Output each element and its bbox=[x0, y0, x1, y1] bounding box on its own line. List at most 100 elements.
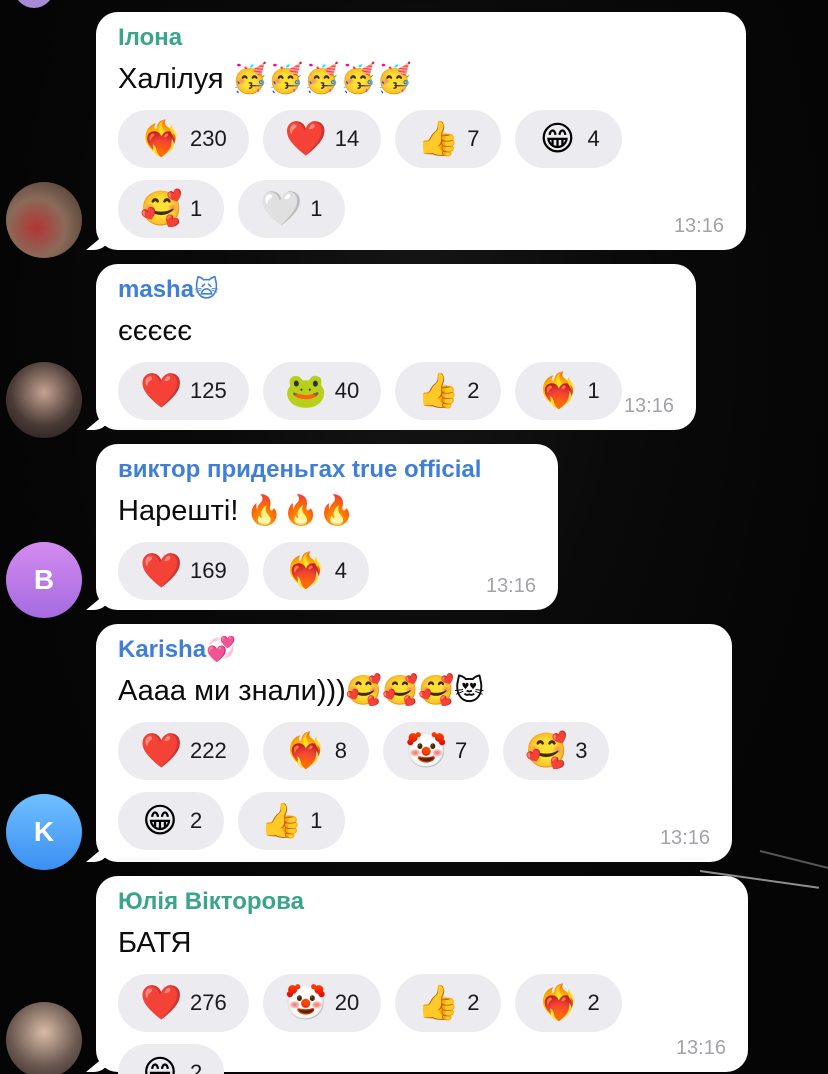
reaction-count: 2 bbox=[467, 990, 480, 1015]
red-heart-icon: ❤️ bbox=[140, 984, 183, 1022]
message-bubble[interactable]: masha🙀 єєєєє ❤️ 125 🐸 40 👍 2 ❤️‍🔥 1 13:16 bbox=[86, 264, 696, 430]
reaction-chip[interactable]: 👍 7 bbox=[395, 110, 502, 168]
reaction-chip[interactable]: 👍 1 bbox=[238, 792, 345, 850]
grinning-face-icon: 😁 bbox=[539, 120, 576, 158]
avatar[interactable] bbox=[6, 1002, 82, 1074]
reaction-count: 2 bbox=[190, 808, 203, 833]
background-light-streak bbox=[759, 850, 828, 869]
avatar-letter: K bbox=[33, 816, 55, 847]
reaction-count: 3 bbox=[575, 738, 588, 763]
reaction-count: 7 bbox=[454, 738, 468, 763]
reaction-chip[interactable]: 🤡 20 bbox=[262, 974, 382, 1032]
message-bubble[interactable]: виктор приденьгах true official Нарешті!… bbox=[86, 444, 558, 610]
smiling-face-with-hearts-icon: 🥰 bbox=[525, 732, 568, 770]
reaction-count: 1 bbox=[310, 808, 323, 833]
avatar[interactable]: K bbox=[6, 794, 82, 870]
bubble-tail bbox=[86, 842, 110, 862]
reaction-count: 125 bbox=[190, 378, 227, 403]
reaction-chip[interactable]: ❤️ 169 bbox=[118, 542, 249, 600]
smiling-face-with-hearts-icon: 🥰 bbox=[140, 190, 183, 228]
reaction-count: 169 bbox=[190, 558, 227, 583]
message-text: єєєєє bbox=[118, 315, 192, 347]
message-text: Халілуя 🥳🥳🥳🥳🥳 bbox=[118, 63, 413, 95]
message-bubble[interactable]: Ілона Халілуя 🥳🥳🥳🥳🥳 ❤️‍🔥 230 ❤️ 14 👍 7 😁 4 🥰… bbox=[86, 12, 746, 250]
message-time: 13:16 bbox=[675, 1037, 726, 1059]
avatar[interactable] bbox=[14, 0, 54, 8]
reactions-row: ❤️ 222 ❤️‍🔥 8 🤡 7 🥰 3 😁 2 👍 1 bbox=[118, 722, 718, 850]
heart-on-fire-icon: ❤️‍🔥 bbox=[284, 732, 328, 770]
message-bubble[interactable]: Юлія Вікторова БАТЯ ❤️ 276 🤡 20 👍 2 ❤️‍🔥 2 😁… bbox=[86, 876, 748, 1074]
message-text: Нарешті! 🔥🔥🔥 bbox=[118, 495, 355, 527]
reaction-count: 276 bbox=[190, 990, 227, 1015]
sender-name[interactable]: masha🙀 bbox=[118, 276, 674, 304]
clown-face-icon: 🤡 bbox=[404, 732, 448, 770]
grinning-face-icon: 😁 bbox=[142, 1054, 178, 1074]
thumbs-up-icon: 👍 bbox=[417, 984, 460, 1022]
clown-face-icon: 🤡 bbox=[284, 984, 328, 1022]
thumbs-up-icon: 👍 bbox=[417, 372, 460, 410]
reactions-row: ❤️ 169 ❤️‍🔥 4 bbox=[118, 542, 536, 600]
reaction-count: 4 bbox=[334, 558, 347, 583]
reaction-count: 222 bbox=[190, 738, 227, 763]
heart-on-fire-icon: ❤️‍🔥 bbox=[284, 552, 328, 590]
bubble-tail bbox=[86, 1052, 110, 1072]
reaction-count: 2 bbox=[190, 1060, 203, 1074]
reaction-count: 14 bbox=[334, 126, 360, 151]
reaction-count: 8 bbox=[334, 738, 347, 763]
sender-name[interactable]: Ілона bbox=[118, 24, 724, 52]
reactions-row: ❤️‍🔥 230 ❤️ 14 👍 7 😁 4 🥰 1 🤍 1 bbox=[118, 110, 728, 238]
reaction-count: 4 bbox=[587, 126, 600, 151]
reaction-chip[interactable]: ❤️ 276 bbox=[118, 974, 249, 1032]
message-time: 13:16 bbox=[673, 215, 724, 237]
reaction-chip[interactable]: 🥰 3 bbox=[503, 722, 610, 780]
reaction-chip[interactable]: 👍 2 bbox=[395, 362, 502, 420]
message-bubble[interactable]: Karisha💞 Аааа ми знали)))🥰🥰🥰😻 ❤️ 222 ❤️‍🔥… bbox=[86, 624, 732, 862]
heart-on-fire-icon: ❤️‍🔥 bbox=[537, 372, 580, 410]
reactions-row: ❤️ 276 🤡 20 👍 2 ❤️‍🔥 2 😁 2 bbox=[118, 974, 738, 1074]
reaction-chip[interactable]: ❤️‍🔥 8 bbox=[262, 722, 369, 780]
reaction-count: 20 bbox=[334, 990, 360, 1015]
reaction-chip[interactable]: ❤️ 14 bbox=[262, 110, 382, 168]
message-time: 13:16 bbox=[485, 575, 536, 597]
red-heart-icon: ❤️ bbox=[140, 372, 183, 410]
message-text: Аааа ми знали)))🥰🥰🥰😻 bbox=[118, 675, 485, 707]
frog-heart-icon: 🐸 bbox=[284, 372, 328, 410]
heart-on-fire-icon: ❤️‍🔥 bbox=[537, 984, 580, 1022]
reaction-chip[interactable]: 🐸 40 bbox=[262, 362, 382, 420]
reaction-chip[interactable]: ❤️ 125 bbox=[118, 362, 249, 420]
avatar[interactable] bbox=[6, 362, 82, 438]
reaction-chip[interactable]: ❤️‍🔥 230 bbox=[118, 110, 249, 168]
thumbs-up-icon: 👍 bbox=[417, 120, 460, 158]
reaction-count: 1 bbox=[310, 196, 323, 221]
sender-name[interactable]: Karisha💞 bbox=[118, 636, 710, 664]
bubble-tail bbox=[86, 590, 110, 610]
bubble-tail bbox=[86, 410, 110, 430]
avatar-letter: В bbox=[33, 564, 55, 595]
reaction-chip[interactable]: ❤️‍🔥 1 bbox=[515, 362, 622, 420]
reaction-chip[interactable]: 😁 2 bbox=[118, 792, 225, 850]
bubble-tail bbox=[86, 230, 110, 250]
reaction-chip[interactable]: ❤️‍🔥 2 bbox=[515, 974, 622, 1032]
message-time: 13:16 bbox=[623, 395, 674, 417]
reaction-chip[interactable]: 👍 2 bbox=[395, 974, 502, 1032]
sender-name[interactable]: Юлія Вікторова bbox=[118, 888, 726, 916]
reaction-count: 7 bbox=[467, 126, 480, 151]
reaction-count: 1 bbox=[190, 196, 203, 221]
reaction-chip[interactable]: 🥰 1 bbox=[118, 180, 225, 238]
reaction-count: 1 bbox=[587, 378, 600, 403]
reaction-count: 230 bbox=[190, 126, 227, 151]
chat-area[interactable]: Ілона Халілуя 🥳🥳🥳🥳🥳 ❤️‍🔥 230 ❤️ 14 👍 7 😁 4 🥰… bbox=[0, 0, 828, 1074]
grinning-face-icon: 😁 bbox=[142, 802, 178, 840]
message-text: БАТЯ bbox=[118, 927, 192, 959]
reaction-chip[interactable]: ❤️ 222 bbox=[118, 722, 249, 780]
avatar[interactable]: В bbox=[6, 542, 82, 618]
reaction-chip[interactable]: 😁 4 bbox=[515, 110, 622, 168]
reaction-chip[interactable]: ❤️‍🔥 4 bbox=[262, 542, 369, 600]
avatar[interactable] bbox=[6, 182, 82, 258]
heart-on-fire-icon: ❤️‍🔥 bbox=[140, 120, 183, 158]
reaction-chip[interactable]: 😁 2 bbox=[118, 1044, 225, 1074]
reaction-chip[interactable]: 🤍 1 bbox=[238, 180, 345, 238]
reaction-count: 2 bbox=[467, 378, 480, 403]
sender-name[interactable]: виктор приденьгах true official bbox=[118, 456, 536, 484]
reaction-chip[interactable]: 🤡 7 bbox=[382, 722, 490, 780]
